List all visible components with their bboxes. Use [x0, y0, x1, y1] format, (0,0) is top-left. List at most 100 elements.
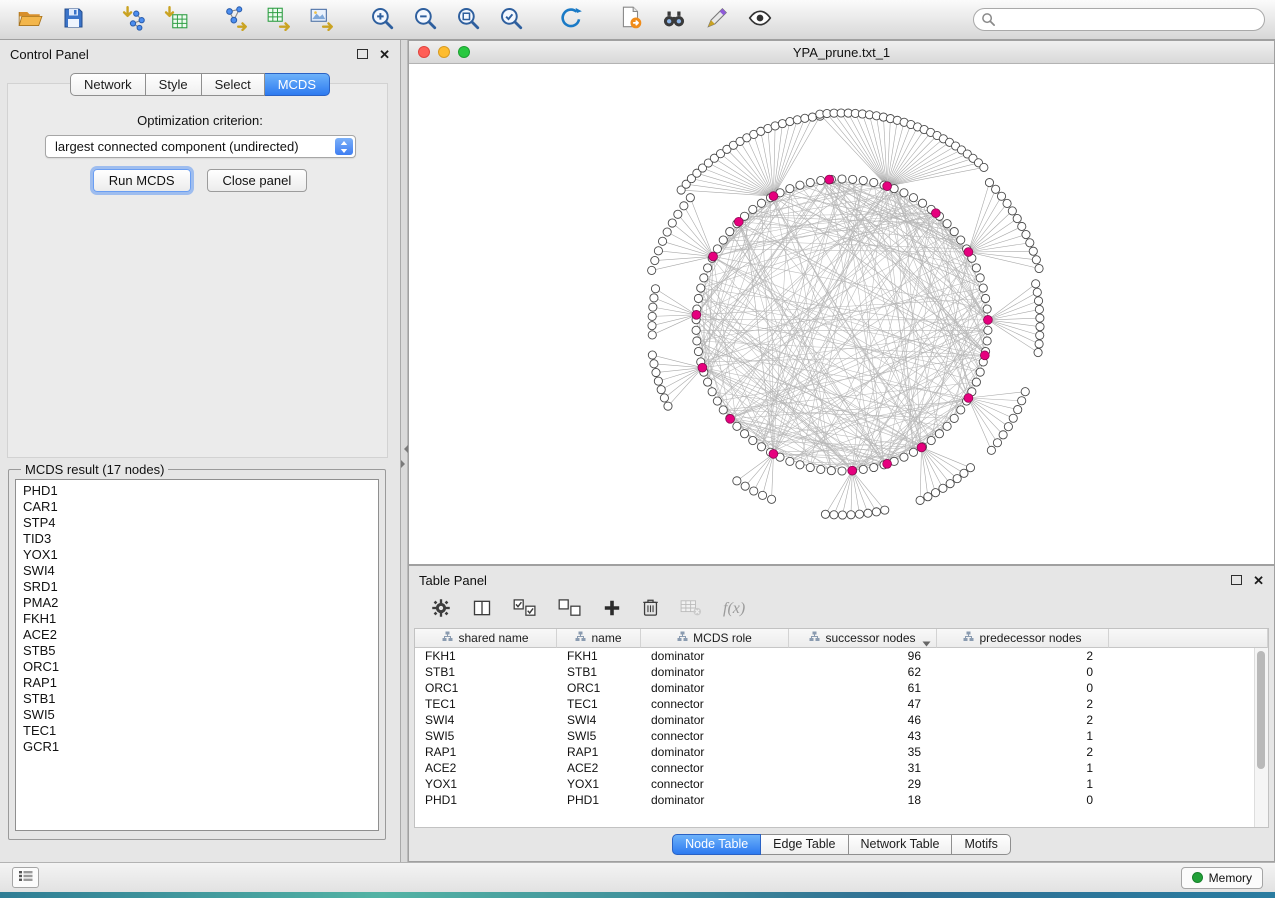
annotation-button[interactable]: [611, 4, 651, 36]
network-search-button[interactable]: [654, 4, 694, 36]
panel-selector-button[interactable]: [12, 867, 39, 888]
table-row[interactable]: SWI5SWI5connector431: [415, 728, 1268, 744]
mcds-result-item[interactable]: YOX1: [16, 547, 378, 563]
network-node[interactable]: [649, 303, 657, 311]
network-node[interactable]: [648, 331, 656, 339]
network-node[interactable]: [980, 163, 988, 171]
network-node[interactable]: [817, 176, 825, 184]
mcds-result-item[interactable]: SWI4: [16, 563, 378, 579]
network-node[interactable]: [976, 274, 984, 282]
network-node[interactable]: [1036, 323, 1044, 331]
network-node[interactable]: [1035, 340, 1043, 348]
network-node[interactable]: [694, 347, 702, 355]
export-image-button[interactable]: [302, 4, 342, 36]
network-node[interactable]: [909, 448, 917, 456]
network-node[interactable]: [900, 189, 908, 197]
network-node[interactable]: [648, 322, 656, 330]
network-node[interactable]: [733, 422, 741, 430]
network-node[interactable]: [767, 495, 775, 503]
network-node[interactable]: [830, 511, 838, 519]
network-node[interactable]: [1003, 199, 1011, 207]
network-node[interactable]: [796, 461, 804, 469]
close-table-panel-icon[interactable]: ✕: [1253, 574, 1264, 587]
mcds-result-item[interactable]: STB1: [16, 691, 378, 707]
zoom-selected-button[interactable]: [491, 4, 531, 36]
network-node[interactable]: [838, 175, 846, 183]
dominator-node[interactable]: [964, 394, 973, 403]
mcds-result-item[interactable]: STB5: [16, 643, 378, 659]
network-node[interactable]: [983, 337, 991, 345]
dominator-node[interactable]: [709, 252, 718, 261]
dominator-node[interactable]: [931, 209, 940, 218]
network-node[interactable]: [793, 116, 801, 124]
network-node[interactable]: [697, 284, 705, 292]
network-node[interactable]: [758, 491, 766, 499]
network-node[interactable]: [900, 453, 908, 461]
float-table-panel-icon[interactable]: [1231, 575, 1242, 585]
network-node[interactable]: [864, 509, 872, 517]
import-table-button[interactable]: [156, 4, 196, 36]
mcds-result-item[interactable]: PMA2: [16, 595, 378, 611]
delete-table-button[interactable]: [680, 599, 702, 620]
network-node[interactable]: [943, 220, 951, 228]
table-row[interactable]: STB1STB1dominator620: [415, 664, 1268, 680]
network-node[interactable]: [658, 237, 666, 245]
network-node[interactable]: [927, 436, 935, 444]
dominator-node[interactable]: [734, 217, 743, 226]
add-column-button[interactable]: [603, 599, 621, 620]
export-network-button[interactable]: [216, 4, 256, 36]
network-node[interactable]: [946, 480, 954, 488]
network-node[interactable]: [1036, 314, 1044, 322]
open-file-button[interactable]: [10, 4, 50, 36]
mcds-result-item[interactable]: ACE2: [16, 627, 378, 643]
search-input[interactable]: [973, 8, 1265, 31]
network-node[interactable]: [979, 284, 987, 292]
network-node[interactable]: [749, 436, 757, 444]
network-node[interactable]: [693, 337, 701, 345]
network-node[interactable]: [997, 192, 1005, 200]
network-node[interactable]: [935, 430, 943, 438]
network-node[interactable]: [987, 446, 995, 454]
network-node[interactable]: [757, 199, 765, 207]
network-node[interactable]: [1035, 305, 1043, 313]
dominator-node[interactable]: [984, 316, 993, 325]
network-node[interactable]: [801, 114, 809, 122]
network-node[interactable]: [806, 463, 814, 471]
network-node[interactable]: [1013, 214, 1021, 222]
network-node[interactable]: [985, 178, 993, 186]
network-node[interactable]: [778, 120, 786, 128]
column-header-successor-nodes[interactable]: successor nodes: [789, 629, 937, 648]
zoom-in-button[interactable]: [362, 4, 402, 36]
network-node[interactable]: [1032, 280, 1040, 288]
network-node[interactable]: [1004, 423, 1012, 431]
table-settings-button[interactable]: [431, 598, 451, 621]
mcds-result-item[interactable]: SWI5: [16, 707, 378, 723]
show-hide-button[interactable]: [740, 4, 780, 36]
tab-edge-table[interactable]: Edge Table: [761, 834, 848, 855]
tab-style[interactable]: Style: [146, 73, 202, 96]
network-node[interactable]: [740, 430, 748, 438]
network-node[interactable]: [1008, 207, 1016, 215]
mcds-result-item[interactable]: STP4: [16, 515, 378, 531]
mcds-result-item[interactable]: ORC1: [16, 659, 378, 675]
memory-button[interactable]: Memory: [1181, 867, 1263, 889]
table-row[interactable]: YOX1YOX1connector291: [415, 776, 1268, 792]
select-all-button[interactable]: [513, 599, 537, 620]
network-node[interactable]: [741, 482, 749, 490]
network-node[interactable]: [713, 245, 721, 253]
table-row[interactable]: SWI4SWI4dominator462: [415, 712, 1268, 728]
zoom-out-button[interactable]: [405, 4, 445, 36]
network-node[interactable]: [786, 457, 794, 465]
table-row[interactable]: RAP1RAP1dominator352: [415, 744, 1268, 760]
network-node[interactable]: [796, 181, 804, 189]
network-node[interactable]: [1032, 256, 1040, 264]
column-header-name[interactable]: name: [557, 629, 641, 648]
network-node[interactable]: [1014, 406, 1022, 414]
network-node[interactable]: [1018, 222, 1026, 230]
network-node[interactable]: [1009, 414, 1017, 422]
dominator-node[interactable]: [692, 310, 701, 319]
tab-select[interactable]: Select: [202, 73, 265, 96]
network-node[interactable]: [972, 378, 980, 386]
network-node[interactable]: [664, 402, 672, 410]
mcds-result-item[interactable]: TID3: [16, 531, 378, 547]
